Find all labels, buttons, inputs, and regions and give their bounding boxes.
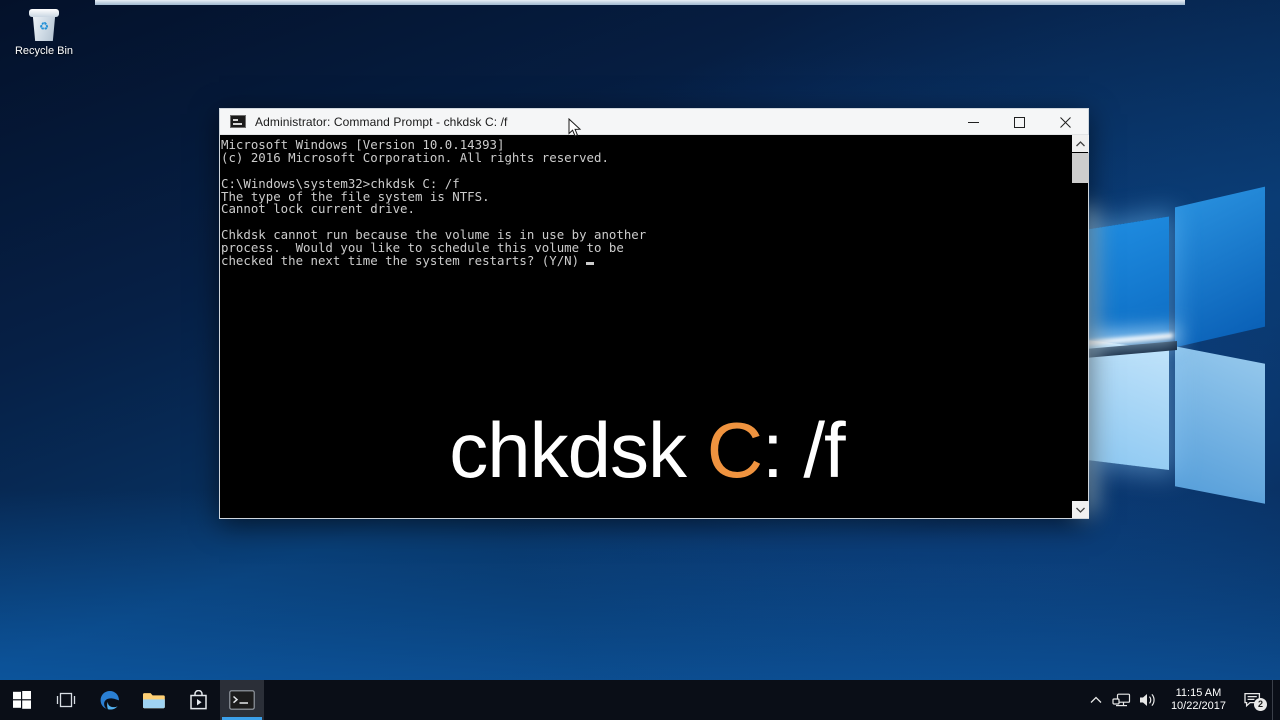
store-button[interactable] (176, 680, 220, 720)
desktop-icon-recycle-bin[interactable]: ♻ Recycle Bin (8, 6, 80, 58)
console-output-area[interactable]: Microsoft Windows [Version 10.0.14393] (c… (220, 135, 1088, 518)
command-prompt-taskbar-icon (229, 690, 255, 710)
scroll-up-arrow-icon[interactable] (1072, 135, 1089, 152)
clock[interactable]: 11:15 AM 10/22/2017 (1161, 680, 1236, 720)
console-vertical-scrollbar[interactable] (1071, 135, 1089, 518)
edge-button[interactable] (88, 680, 132, 720)
window-title: Administrator: Command Prompt - chkdsk C… (255, 114, 508, 129)
clock-date: 10/22/2017 (1170, 700, 1226, 712)
show-desktop-button[interactable] (1272, 680, 1280, 720)
start-button[interactable] (0, 680, 44, 720)
taskbar[interactable]: 11:15 AM 10/22/2017 2 (0, 680, 1280, 720)
maximize-button[interactable] (996, 109, 1042, 135)
scroll-down-arrow-icon[interactable] (1072, 501, 1089, 518)
command-prompt-icon (230, 115, 246, 128)
volume-icon[interactable] (1135, 680, 1161, 720)
action-center-button[interactable]: 2 (1236, 680, 1272, 720)
recycle-bin-lid (29, 9, 59, 17)
file-explorer-button[interactable] (132, 680, 176, 720)
hero-pane-1 (1087, 216, 1169, 348)
edge-icon (100, 691, 119, 710)
overlay-drive-letter: C (706, 406, 763, 494)
overlay-suffix: : /f (762, 406, 846, 494)
hero-pane-2 (1087, 339, 1169, 471)
console-line: (c) 2016 Microsoft Corporation. All righ… (221, 149, 609, 165)
minimize-button[interactable] (950, 109, 996, 135)
command-prompt-button[interactable] (220, 680, 264, 720)
console-line: Cannot lock current drive. (221, 201, 415, 217)
system-tray[interactable]: 11:15 AM 10/22/2017 2 (1083, 680, 1280, 720)
video-player-progress-sliver (95, 0, 1185, 5)
mouse-cursor-icon (568, 117, 582, 138)
notification-count-badge: 2 (1254, 698, 1267, 711)
network-icon[interactable] (1109, 680, 1135, 720)
window-controls (950, 109, 1088, 135)
windows-logo-icon (13, 691, 31, 709)
console-line: checked the next time the system restart… (221, 254, 646, 268)
clock-time: 11:15 AM (1175, 687, 1222, 699)
store-bag-icon (189, 690, 207, 710)
instructional-overlay-caption: chkdsk C: /f (220, 407, 1074, 493)
scrollbar-thumb[interactable] (1072, 153, 1089, 183)
scrollbar-track[interactable] (1072, 152, 1088, 501)
show-hidden-icons-chevron-icon[interactable] (1083, 680, 1109, 720)
console-cursor (586, 262, 595, 266)
task-view-icon (56, 692, 76, 708)
overlay-command: chkdsk (449, 406, 707, 494)
folder-icon (143, 692, 165, 708)
command-prompt-window[interactable]: Administrator: Command Prompt - chkdsk C… (219, 108, 1089, 519)
recycle-symbol-icon: ♻ (39, 21, 49, 33)
recycle-bin-icon: ♻ (27, 6, 61, 42)
window-title-bar[interactable]: Administrator: Command Prompt - chkdsk C… (220, 109, 1088, 135)
desktop-icon-label: Recycle Bin (14, 45, 74, 57)
hero-pane-3 (1175, 186, 1265, 348)
console-text: Microsoft Windows [Version 10.0.14393] (c… (221, 138, 646, 268)
task-view-button[interactable] (44, 680, 88, 720)
hero-pane-4 (1175, 346, 1265, 504)
close-button[interactable] (1042, 109, 1088, 135)
